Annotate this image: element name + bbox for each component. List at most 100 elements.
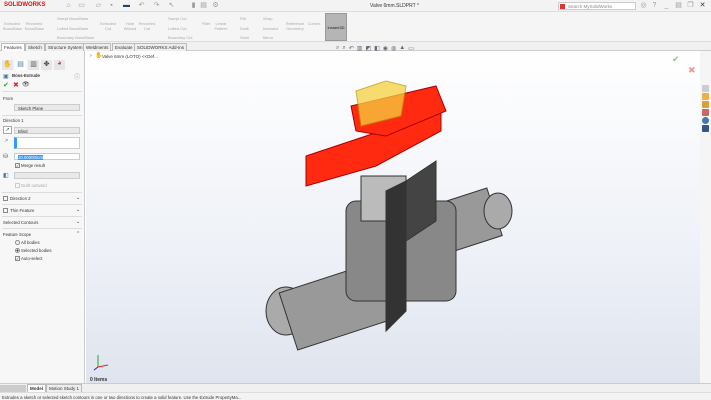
chevron-up-icon[interactable]: ⌃ [76,231,80,237]
tab-model[interactable]: Model [27,384,46,392]
zoom-to-fit-icon[interactable]: ⌕ [336,45,339,52]
minimize-icon[interactable]: _ [663,2,670,9]
tree-root[interactable]: Valve 6mm (LOTO) <<Def... [102,54,158,59]
view-settings-icon[interactable]: ▭ [408,45,414,52]
lofted-boss-button[interactable]: Lofted Boss/Base [57,26,88,31]
user-icon[interactable]: ◎ [640,2,647,9]
solidworks-logo[interactable]: SOLIDWORKS [4,2,45,8]
graphics-area[interactable]: › ✋ Valve 6mm (LOTO) <<Def... ⌕ ⌕ ↶ ▥ ◩ ◧ ◉ ◍ ▲ ▭… [86,45,700,383]
previous-view-icon[interactable]: ↶ [349,45,354,52]
display-manager-icon[interactable]: ◕ [54,60,65,70]
tab-evaluate[interactable]: Evaluate [112,43,136,51]
thin-feature-checkbox[interactable] [3,208,8,213]
undo-icon[interactable]: ↶ [138,2,145,9]
configuration-manager-icon[interactable]: ▥ [28,60,39,70]
tab-structure-system[interactable]: Structure System [45,43,86,51]
scene-icon[interactable]: ▲ [399,45,405,52]
rebuild-icon[interactable]: ▮ [190,2,197,9]
print-icon[interactable]: ▬ [123,2,130,9]
revolved-boss-button[interactable]: Revolved Boss/Base [25,21,44,31]
tab-features[interactable]: Features [1,43,25,51]
draft-icon[interactable]: ◧ [3,172,9,179]
rib-button[interactable]: Rib [240,16,246,21]
feature-manager-icon[interactable]: ✋ [2,60,13,70]
auto-select-checkbox[interactable]: ✓ [15,256,20,261]
redo-icon[interactable]: ↷ [153,2,160,9]
feature-scope-header[interactable]: Feature Scope [3,232,31,237]
property-manager-icon[interactable]: ▤ [15,60,26,70]
draft-button[interactable]: Draft [240,26,249,31]
all-bodies-radio[interactable] [15,240,20,245]
draft-outward-checkbox[interactable] [15,183,20,188]
intersect-button[interactable]: Intersect [263,26,278,31]
dimxpert-icon[interactable]: ✥ [41,60,52,70]
hole-wizard-button[interactable]: Hole Wizard [121,21,139,31]
cancel-x-icon[interactable]: ✖ [13,81,19,89]
swept-boss-button[interactable]: Swept Boss/Base [57,16,88,21]
confirm-corner-cancel-icon[interactable]: ✖ [688,65,696,76]
close-icon[interactable]: ✕ [699,2,706,9]
solidworks-resources-icon[interactable] [702,85,709,92]
search-input[interactable]: Search MySolidWorks [558,2,636,10]
tab-scroll[interactable] [0,385,26,392]
custom-properties-icon[interactable] [702,125,709,132]
reference-geometry-button[interactable]: Reference Geometry [285,21,305,31]
extruded-cut-button[interactable]: Extruded Cut [99,21,117,31]
design-library-icon[interactable] [702,93,709,100]
valve-model[interactable] [236,71,536,371]
view-orientation-icon[interactable]: ◩ [365,45,371,52]
options-icon[interactable]: ⚙ [212,2,219,9]
linear-pattern-button[interactable]: Linear Pattern [212,21,230,31]
swept-cut-button[interactable]: Swept Cut [168,16,186,21]
help-icon[interactable]: ⓘ [74,72,80,81]
draft-angle-input[interactable] [14,172,80,179]
preview-eye-icon[interactable]: 👁 [22,81,30,88]
expand-tree-icon[interactable]: › [90,53,92,59]
display-style-icon[interactable]: ◧ [374,45,380,52]
file-properties-icon[interactable]: ▤ [200,2,207,9]
fillet-button[interactable]: Fillet [200,21,212,27]
direction1-header[interactable]: Direction 1 [3,118,24,123]
revolved-cut-button[interactable]: Revolved Cut [138,21,156,31]
confirm-corner-ok-icon[interactable]: ✔ [672,54,680,65]
lofted-cut-button[interactable]: Lofted Cut [168,26,186,31]
direction2-checkbox[interactable] [3,196,8,201]
curves-button[interactable]: Curves [307,21,321,27]
hide-show-icon[interactable]: ◉ [383,45,388,52]
direction-vector-field[interactable] [14,137,80,149]
view-palette-icon[interactable] [702,109,709,116]
section-view-icon[interactable]: ▥ [357,45,363,52]
extruded-boss-button[interactable]: Extruded Boss/Base [3,21,22,31]
boundary-cut-button[interactable]: Boundary Cut [168,35,192,40]
mirror-button[interactable]: Mirror [263,35,273,40]
from-select[interactable]: Sketch Plane [14,104,80,111]
tab-sketch[interactable]: Sketch [25,43,45,51]
restore-icon[interactable]: ❐ [687,2,694,9]
selected-bodies-radio[interactable] [15,248,20,253]
tab-addins[interactable]: SOLIDWORKS Add-Ins [134,43,188,51]
instant3d-button[interactable]: Instant3D [325,13,347,41]
open-icon[interactable]: ▱ [95,2,102,9]
wrap-button[interactable]: Wrap [263,16,272,21]
depth-input[interactable]: 10.00000mm [14,153,80,160]
tab-weldments[interactable]: Weldments [83,43,112,51]
appearances-icon[interactable] [702,117,709,124]
boundary-boss-button[interactable]: Boundary Boss/Base [57,35,94,40]
shell-button[interactable]: Shell [240,35,249,40]
tab-motion-study[interactable]: Motion Study 1 [46,384,83,392]
end-condition-select[interactable]: Blind [14,127,80,134]
new-file-icon[interactable]: ▭ [78,2,85,9]
merge-checkbox[interactable]: ✓ [15,163,20,168]
save-icon[interactable]: ▪ [108,2,115,9]
from-section-header[interactable]: From [3,96,13,101]
chevron-down-icon[interactable]: ⌄ [76,195,80,201]
zoom-area-icon[interactable]: ⌕ [342,45,345,52]
direction2-header[interactable]: Direction 2 [10,196,31,201]
help-icon[interactable]: ? [651,2,658,9]
file-explorer-icon[interactable] [702,101,709,108]
appearance-icon[interactable]: ◍ [391,45,396,52]
layout-icon[interactable]: ▤ [675,2,682,9]
ok-check-icon[interactable]: ✔ [3,81,9,89]
thin-feature-header[interactable]: Thin Feature [10,208,34,213]
select-icon[interactable]: ↖ [168,2,175,9]
